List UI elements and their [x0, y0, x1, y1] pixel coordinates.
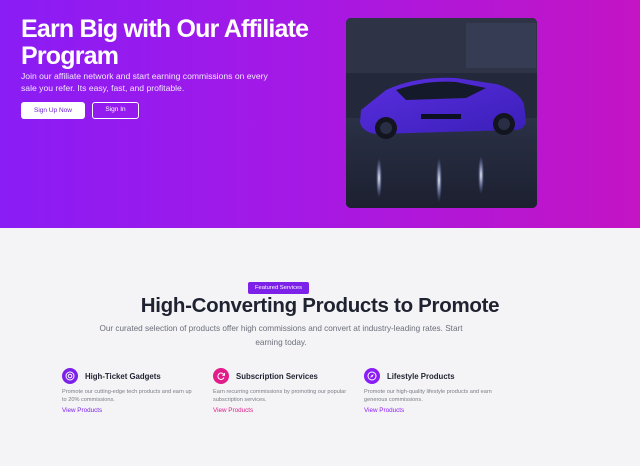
hero-car-image: [346, 18, 537, 208]
hero-section: Earn Big with Our Affiliate Program Join…: [0, 0, 640, 228]
card-description: Promote our high-quality lifestyle produ…: [364, 389, 492, 403]
sign-in-button[interactable]: Sign In: [92, 102, 139, 119]
section-title: High-Converting Products to Promote: [140, 294, 500, 317]
hero-subtitle: Join our affiliate network and start ear…: [21, 71, 268, 93]
view-products-link[interactable]: View Products: [213, 407, 253, 414]
card-title: Lifestyle Products: [387, 372, 455, 381]
view-products-link[interactable]: View Products: [364, 407, 404, 414]
target-icon: [62, 368, 78, 384]
section-subtitle: Our curated selection of products offer …: [99, 324, 463, 347]
compass-icon: [364, 368, 380, 384]
card-title: High-Ticket Gadgets: [85, 372, 161, 381]
car-illustration: [346, 18, 537, 208]
card-description: Promote our cutting-edge tech products a…: [62, 389, 192, 403]
sign-up-button[interactable]: Sign Up Now: [21, 102, 85, 119]
hero-title: Earn Big with Our Affiliate Program: [21, 15, 309, 70]
featured-badge: Featured Services: [248, 282, 309, 294]
card-title: Subscription Services: [236, 372, 318, 381]
view-products-link[interactable]: View Products: [62, 407, 102, 414]
card-description: Earn recurring commissions by promoting …: [213, 389, 347, 403]
refresh-icon: [213, 368, 229, 384]
